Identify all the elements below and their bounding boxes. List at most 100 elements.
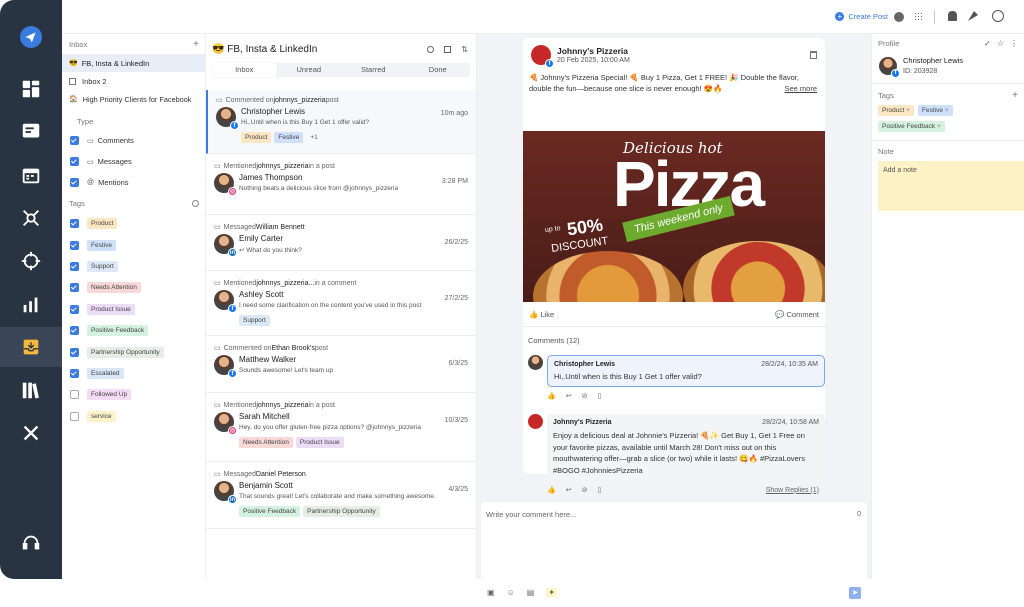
conversation-item[interactable]: ▭ Messaged Daniel Peterson in Benjamin Scot… [206,464,476,529]
remove-tag-icon[interactable]: × [937,123,941,130]
analytics-icon[interactable] [12,287,50,321]
inbox-item-inbox-2[interactable]: Inbox 2 [62,72,205,90]
type-filter-messages[interactable]: ▭ Messages [70,151,205,172]
hide-icon[interactable]: ⊘ [582,486,588,494]
tools-icon[interactable] [12,416,50,450]
media-icon[interactable]: ▤ [527,588,535,597]
star-icon[interactable]: ☆ [997,39,1004,48]
reply-icon[interactable]: ↩ [566,392,572,400]
tab-unread[interactable]: Unread [277,63,342,77]
target-icon[interactable] [12,244,50,278]
add-inbox-icon[interactable]: + [193,39,199,50]
checkbox[interactable] [70,219,79,229]
tag-filter[interactable]: Needs Attention [70,277,205,298]
context-link[interactable]: johnnys_pizzeria [256,402,308,409]
profile-tag-chip[interactable]: Festive × [918,105,953,116]
context-link[interactable]: johnnys_pizzeria [273,97,325,104]
inbox-item-fb-insta-linkedin[interactable]: 😎 FB, Insta & LinkedIn [62,54,205,72]
checkbox[interactable] [70,411,79,421]
reply-icon[interactable]: ↩ [566,486,572,494]
context-link[interactable]: johnnys_pizzeria... [256,280,314,287]
add-tag-icon[interactable]: + [1012,90,1018,101]
context-link[interactable]: Daniel Peterson [256,471,306,478]
tag-filter[interactable]: service [70,406,205,427]
play-icon[interactable] [894,12,904,22]
conversation-item[interactable]: ▭ Commented on Ethan Brook's post f Matthew… [206,338,476,393]
remove-tag-icon[interactable]: × [906,107,910,114]
delete-icon[interactable]: ▯ [597,392,601,400]
image-attach-icon[interactable]: ▣ [487,588,495,597]
search-tags-icon[interactable] [192,200,199,207]
context-link[interactable]: johnnys_pizzeria [256,163,308,170]
note-input[interactable]: Add a note [878,161,1024,211]
create-post-button[interactable]: + Create Post [835,12,888,21]
profile-tag-chip[interactable]: Positive Feedback × [878,121,945,132]
app-logo-icon[interactable] [12,20,50,54]
reply-input[interactable]: Write your comment here... [481,502,867,527]
delete-icon[interactable] [810,51,817,59]
tab-inbox[interactable]: Inbox [212,63,277,77]
checkbox[interactable] [70,304,79,314]
support-icon[interactable] [12,526,50,560]
context-link[interactable]: Ethan Brook's [271,345,314,352]
tab-done[interactable]: Done [406,63,471,77]
tag-filter[interactable]: Partnership Opportunity [70,341,205,362]
comment-bubble[interactable]: Johnny's Pizzeria 28/2/24, 10:58 AM Enjoy… [547,414,825,480]
tag-filter[interactable]: Escalated [70,363,205,384]
context-link[interactable]: William Bennett [256,224,305,231]
conversation-item[interactable]: ▭ Mentioned johnnys_pizzeria... in a comm… [206,273,476,336]
calendar-icon[interactable] [12,158,50,192]
library-icon[interactable] [12,373,50,407]
type-filter-comments[interactable]: ▭ Comments [70,130,205,151]
tag-filter[interactable]: Product Issue [70,299,205,320]
checkbox[interactable] [70,347,79,357]
delete-icon[interactable]: ▯ [597,486,601,494]
more-icon[interactable]: ⋮ [1010,39,1018,48]
checkbox[interactable] [70,283,79,293]
checkbox[interactable] [70,326,79,336]
inbox-item-high-priority[interactable]: 🏠 High Priority Clients for Facebook [62,90,205,108]
conversation-item[interactable]: ▭ Messaged William Bennett in Emily Carter ↩… [206,217,476,271]
hide-icon[interactable]: ⊘ [582,392,588,400]
notifications-icon[interactable] [948,11,957,21]
type-filter-mentions[interactable]: @ Mentions [70,172,205,193]
checkbox[interactable] [70,136,79,145]
dashboard-icon[interactable] [12,72,50,106]
comment-button[interactable]: 💬 Comment [775,310,819,319]
emoji-icon[interactable]: ☺ [507,588,515,597]
search-icon[interactable] [427,46,435,53]
checkbox[interactable] [70,368,79,378]
ai-assist-icon[interactable]: ✦ [546,588,557,597]
show-replies-link[interactable]: Show Replies (1) [766,487,819,494]
comment-bubble[interactable]: Christopher Lewis 28/2/24, 10:35 AM Hi,.U… [547,355,825,387]
see-more-link[interactable]: See more [784,83,817,94]
checkbox[interactable] [70,178,79,187]
checkbox[interactable] [70,261,79,271]
send-button[interactable]: ➤ [849,587,861,599]
network-icon[interactable] [12,201,50,235]
tag-filter[interactable]: Festive [70,234,205,255]
compose-icon[interactable] [12,115,50,149]
tag-filter[interactable]: Followed Up [70,384,205,405]
sort-icon[interactable]: ⇅ [461,45,468,54]
checkbox[interactable] [70,390,79,400]
conversation-item[interactable]: ▭ Commented on johnnys_pizzeria post f Chri… [206,90,476,154]
tag-filter[interactable]: Support [70,256,205,277]
like-icon[interactable]: 👍 [547,392,556,400]
tag-filter[interactable]: Positive Feedback [70,320,205,341]
calendar-filter-icon[interactable] [444,46,452,53]
tag-filter[interactable]: Product [70,213,205,234]
check-icon[interactable]: ✓ [984,39,991,48]
rocket-icon[interactable] [968,11,978,21]
user-avatar-icon[interactable] [992,10,1004,22]
like-icon[interactable]: 👍 [547,486,556,494]
inbox-icon[interactable] [0,327,62,367]
tab-starred[interactable]: Starred [341,63,406,77]
post-image[interactable]: Delicious hot Pizza This weekend only up… [523,131,825,302]
conversation-item[interactable]: ▭ Mentioned johnnys_pizzeria in a post ◎ Ja… [206,156,476,215]
like-button[interactable]: 👍 Like [529,310,554,319]
checkbox[interactable] [70,157,79,166]
checkbox[interactable] [70,240,79,250]
conversation-item[interactable]: ▭ Mentioned johnnys_pizzeria in a post ◎ Sa… [206,395,476,462]
apps-grid-icon[interactable] [914,12,923,21]
